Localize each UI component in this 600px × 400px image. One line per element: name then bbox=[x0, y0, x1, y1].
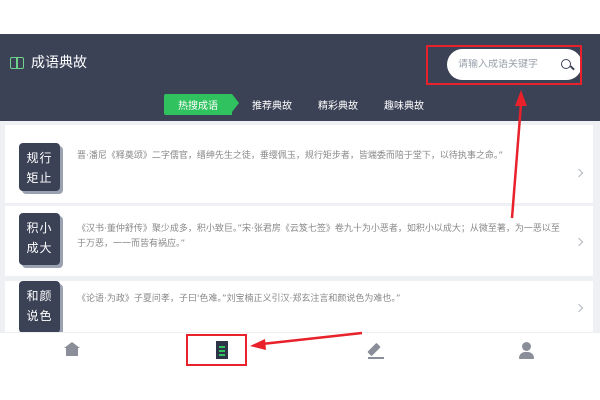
app-title: 成语典故 bbox=[10, 52, 87, 72]
header-bar: 成语典故 热搜成语 推荐典故 精彩典故 趣味典故 bbox=[0, 34, 600, 121]
app-screen: 成语典故 热搜成语 推荐典故 精彩典故 趣味典故 规行 矩止 晋·潘尼《释奠颂》… bbox=[0, 0, 600, 400]
tab-hot-idioms[interactable]: 热搜成语 bbox=[164, 94, 239, 115]
search-icon[interactable] bbox=[560, 58, 574, 72]
chevron-right-icon bbox=[574, 303, 584, 313]
idiom-badge-line: 成大 bbox=[26, 241, 53, 255]
list-item[interactable]: 规行 矩止 晋·潘尼《释奠颂》二字儒官，缙绅先生之徒，垂缨佩玉，规行矩步者，皆端… bbox=[5, 125, 593, 203]
search-input[interactable] bbox=[458, 59, 554, 70]
idiom-badge: 和颜 说色 bbox=[19, 281, 60, 332]
idiom-badge-line: 矩止 bbox=[26, 171, 53, 185]
idiom-description: 《论语·为政》子夏问孝，子曰'色难。”刘宝楠正义引汉·郑玄注言和颜说色为难也。” bbox=[77, 294, 401, 304]
idiom-description: 晋·潘尼《释奠颂》二字儒官，缙绅先生之徒，垂缨佩玉，规行矩步者，皆端委而陪于堂下… bbox=[77, 151, 504, 161]
bottom-nav bbox=[0, 332, 600, 368]
idiom-list: 规行 矩止 晋·潘尼《释奠颂》二字儒官，缙绅先生之徒，垂缨佩玉，规行矩步者，皆端… bbox=[0, 121, 600, 332]
idiom-badge: 规行 矩止 bbox=[19, 143, 60, 191]
tab-fun[interactable]: 趣味典故 bbox=[384, 97, 424, 112]
home-icon[interactable] bbox=[63, 342, 81, 360]
idiom-badge: 积小 成大 bbox=[19, 213, 60, 265]
search-box[interactable] bbox=[447, 49, 582, 80]
idiom-badge-line: 规行 bbox=[26, 151, 53, 165]
tab-recommended[interactable]: 推荐典故 bbox=[252, 97, 292, 112]
idiom-badge-line: 积小 bbox=[26, 221, 53, 235]
edit-icon[interactable] bbox=[368, 342, 386, 360]
tab-wonderful[interactable]: 精彩典故 bbox=[318, 97, 358, 112]
list-item[interactable]: 和颜 说色 《论语·为政》子夏问孝，子曰'色难。”刘宝楠正义引汉·郑玄注言和颜说… bbox=[5, 281, 593, 332]
book-icon bbox=[10, 57, 24, 69]
idiom-badge-line: 说色 bbox=[26, 309, 53, 323]
document-icon[interactable] bbox=[216, 341, 228, 359]
chevron-right-icon bbox=[574, 237, 584, 247]
user-icon[interactable] bbox=[518, 342, 536, 360]
app-title-text: 成语典故 bbox=[31, 55, 87, 71]
category-tabs: 热搜成语 推荐典故 精彩典故 趣味典故 bbox=[164, 94, 450, 115]
list-item[interactable]: 积小 成大 《汉书·董仲舒传》聚少成多，积小致巨。”宋·张君房《云笈七签》卷九十… bbox=[5, 206, 593, 276]
chevron-right-icon bbox=[574, 168, 584, 178]
idiom-description: 《汉书·董仲舒传》聚少成多，积小致巨。”宋·张君房《云笈七签》卷九十为小恶者，如… bbox=[77, 224, 560, 249]
idiom-badge-line: 和颜 bbox=[26, 289, 53, 303]
